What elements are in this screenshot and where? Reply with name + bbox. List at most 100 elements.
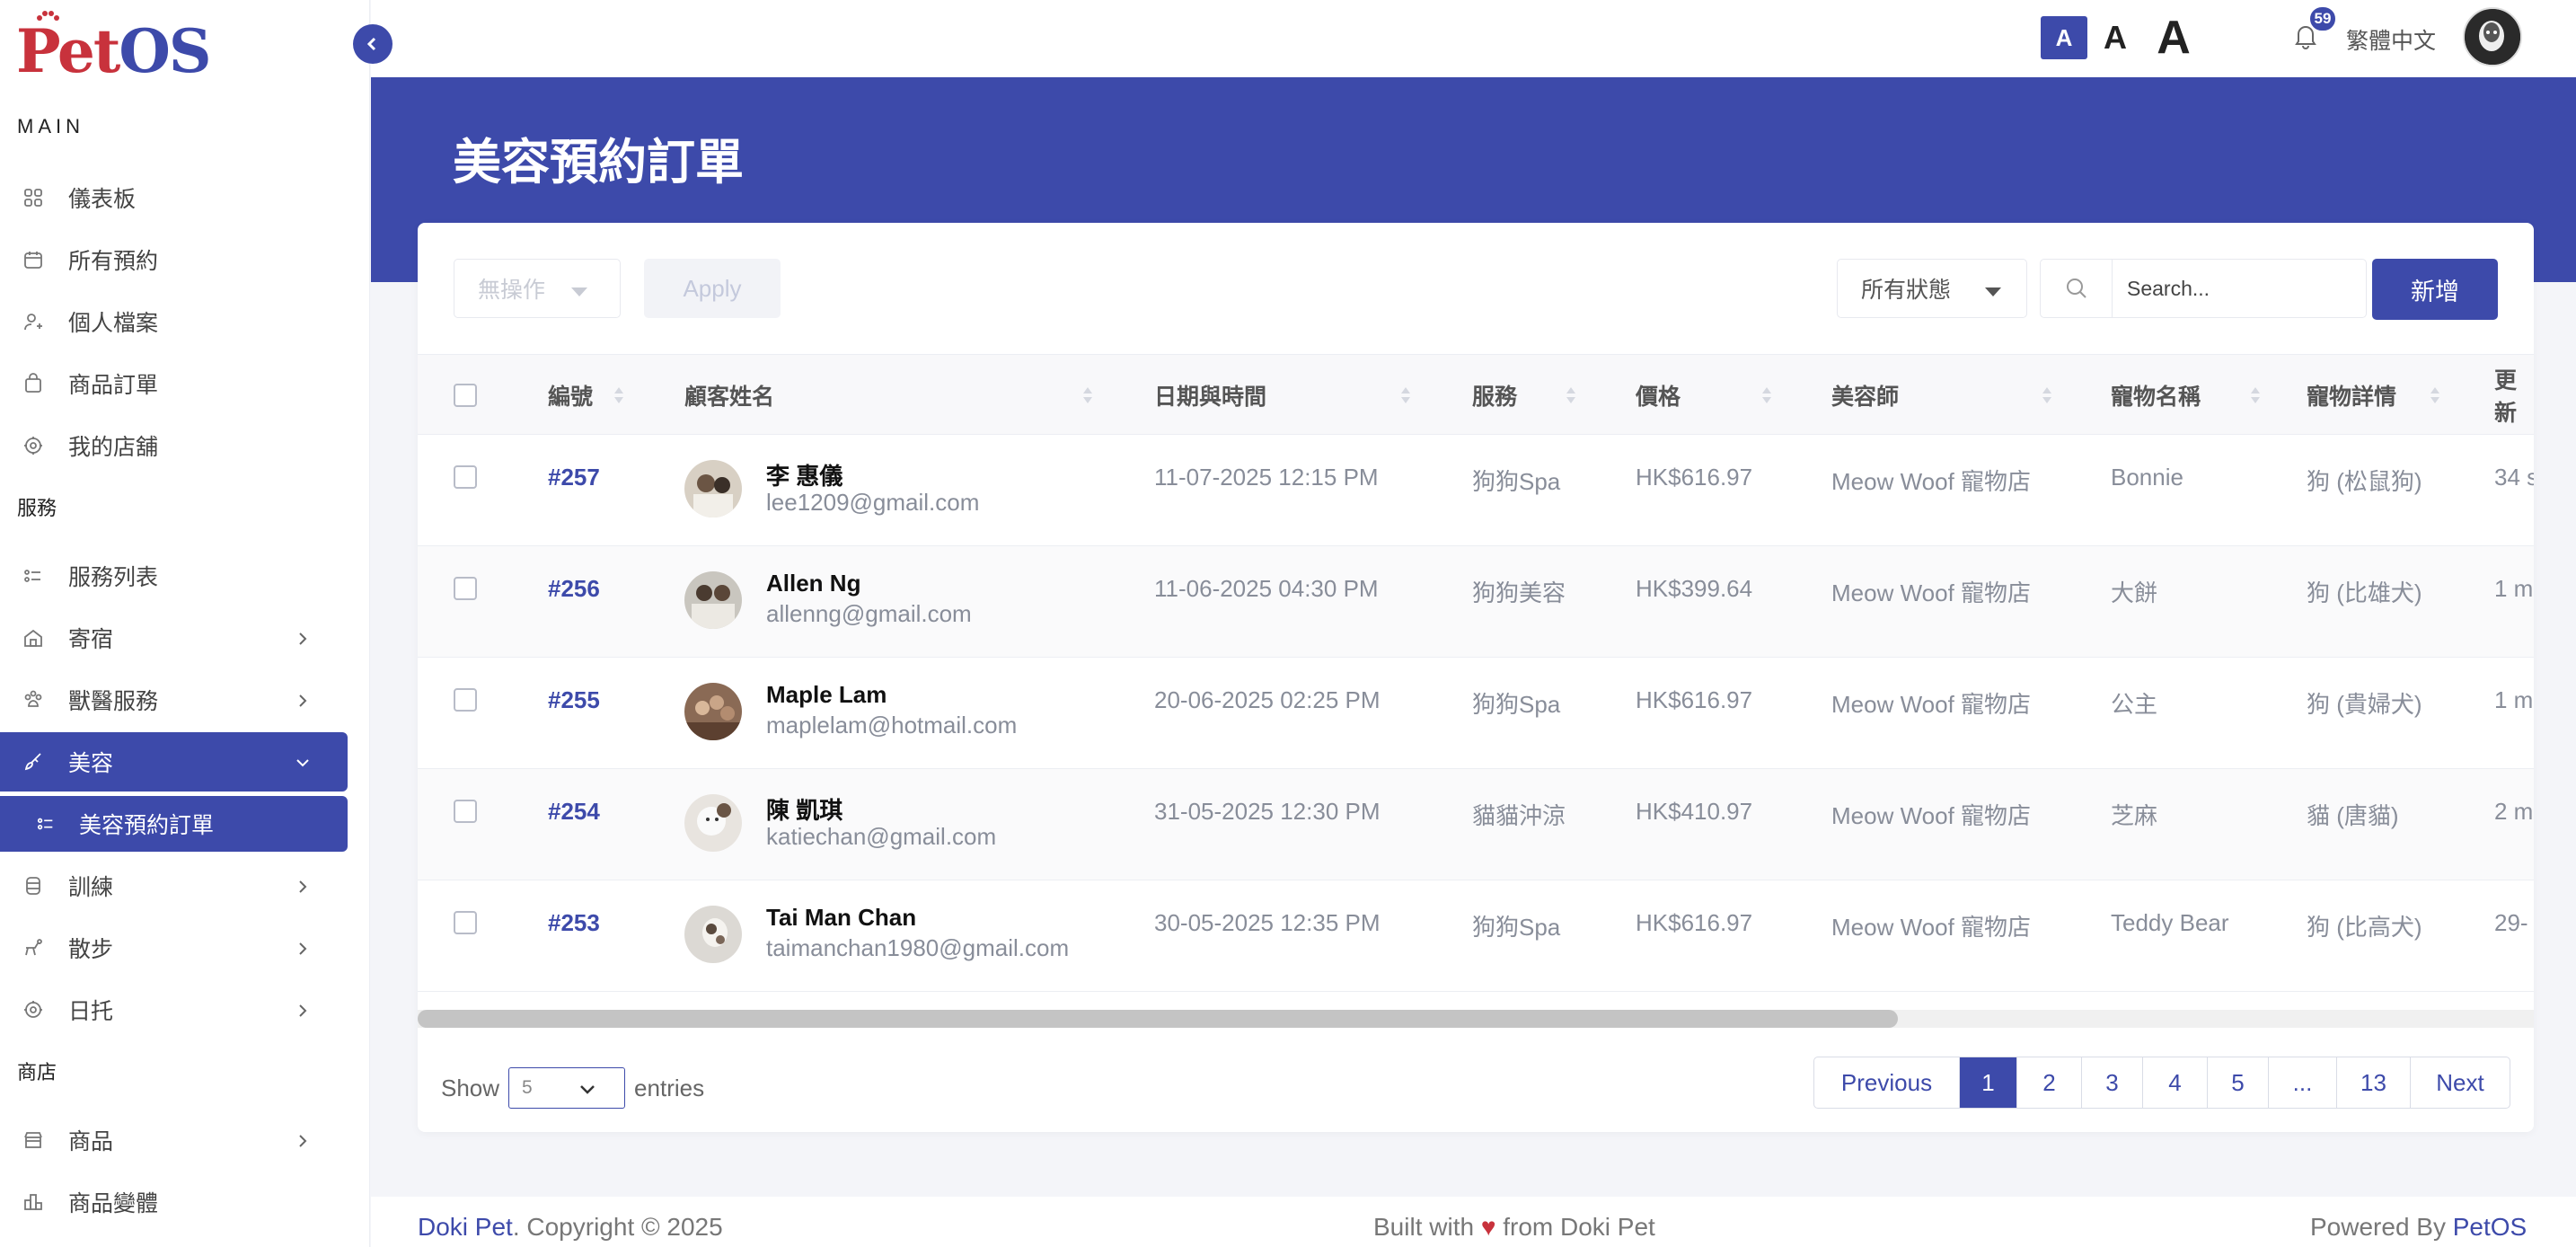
entries-value: 5 xyxy=(522,1077,533,1098)
column-header-datetime[interactable]: 日期與時間 xyxy=(1154,355,1266,436)
sidebar-item-grooming-orders[interactable]: 美容預約訂單 xyxy=(0,796,348,852)
groomer: Meow Woof 寵物店 xyxy=(1831,468,2032,495)
sidebar-item-product-orders[interactable]: 商品訂單 xyxy=(0,354,348,413)
sidebar-item-boarding[interactable]: 寄宿 xyxy=(0,608,348,668)
customer-name: 陳 凱琪 xyxy=(766,797,843,824)
groomer: Meow Woof 寵物店 xyxy=(1831,802,2032,829)
sidebar-item-label: 商品 xyxy=(68,1129,114,1154)
price: HK$616.97 xyxy=(1636,464,1753,491)
sidebar-item-label: 美容預約訂單 xyxy=(79,813,215,838)
collapse-sidebar-button[interactable] xyxy=(353,24,393,64)
booking-datetime: 11-07-2025 12:15 PM xyxy=(1154,464,1379,491)
font-size-small-button[interactable]: A xyxy=(2041,16,2087,59)
font-size-large-button[interactable]: A xyxy=(2151,11,2196,65)
sidebar-item-products[interactable]: 商品 xyxy=(0,1110,348,1170)
column-header-id[interactable]: 編號 xyxy=(548,355,593,436)
header-label: 寵物名稱 xyxy=(2111,385,2201,410)
status-filter-select[interactable]: 所有狀態 xyxy=(1837,259,2027,318)
sidebar-item-label: 所有預約 xyxy=(68,249,159,274)
apply-button[interactable]: Apply xyxy=(644,259,781,318)
column-header-service[interactable]: 服務 xyxy=(1472,355,1517,436)
column-header-customer[interactable]: 顧客姓名 xyxy=(684,355,774,436)
service-name: 狗狗Spa xyxy=(1472,691,1561,718)
order-id-link[interactable]: #255 xyxy=(548,686,600,714)
order-id-link[interactable]: #257 xyxy=(548,464,600,491)
sidebar-item-grooming[interactable]: 美容 xyxy=(0,732,348,792)
previous-page-button[interactable]: Previous xyxy=(1814,1057,1960,1108)
avatar[interactable] xyxy=(2463,7,2522,66)
customer-avatar xyxy=(684,794,742,852)
groomer: Meow Woof 寵物店 xyxy=(1831,691,2032,718)
sidebar-item-daycare[interactable]: 日托 xyxy=(0,980,348,1039)
footer-brand-link[interactable]: Doki Pet xyxy=(418,1213,513,1241)
page-2-button[interactable]: 2 xyxy=(2017,1057,2082,1108)
sidebar-item-walking[interactable]: 散步 xyxy=(0,918,348,977)
column-header-price[interactable]: 價格 xyxy=(1636,355,1681,436)
entries-per-page: Show 5 entries xyxy=(441,1067,704,1109)
page-4-button[interactable]: 4 xyxy=(2143,1057,2208,1108)
page-5-button[interactable]: 5 xyxy=(2208,1057,2269,1108)
chevron-right-icon xyxy=(294,876,312,902)
service-name: 狗狗美容 xyxy=(1472,579,1566,606)
scrollbar-thumb[interactable] xyxy=(418,1010,1898,1028)
column-header-groomer[interactable]: 美容師 xyxy=(1831,355,1899,436)
table-row[interactable]: #253 Tai Man Chan taimanchan1980@gmail.c… xyxy=(418,880,2534,992)
next-page-button[interactable]: Next xyxy=(2411,1057,2510,1108)
row-checkbox[interactable] xyxy=(454,577,477,600)
column-header-pet-detail[interactable]: 寵物詳情 xyxy=(2307,355,2396,436)
add-button[interactable]: 新增 xyxy=(2372,259,2498,320)
page-3-button[interactable]: 3 xyxy=(2082,1057,2143,1108)
sidebar-item-vet[interactable]: 獸醫服務 xyxy=(0,670,348,730)
chevron-left-icon xyxy=(366,37,376,51)
page-title: 美容預約訂單 xyxy=(453,136,744,190)
order-id-link[interactable]: #256 xyxy=(548,575,600,603)
sidebar-item-dashboard[interactable]: 儀表板 xyxy=(0,168,348,227)
sidebar: PetOS MAIN 儀表板 所有預約 個人檔案 商品訂單 我的店舖 服務 服務… xyxy=(0,0,370,1247)
order-id-link[interactable]: #254 xyxy=(548,798,600,826)
booking-datetime: 30-05-2025 12:35 PM xyxy=(1154,909,1381,936)
sidebar-item-profile[interactable]: 個人檔案 xyxy=(0,292,348,351)
search-input[interactable] xyxy=(2114,260,2364,317)
sidebar-item-label: 獸醫服務 xyxy=(68,689,159,714)
paw-icon xyxy=(37,11,59,21)
column-header-pet-name[interactable]: 寵物名稱 xyxy=(2111,355,2201,436)
table-row[interactable]: #255 Maple Lam maplelam@hotmail.com 20-0… xyxy=(418,658,2534,769)
row-checkbox[interactable] xyxy=(454,911,477,934)
select-all-checkbox[interactable] xyxy=(454,384,477,407)
brush-icon xyxy=(22,750,45,774)
sidebar-item-product-variants[interactable]: 商品變體 xyxy=(0,1172,348,1232)
list-icon xyxy=(34,812,57,836)
walk-icon xyxy=(22,936,45,960)
page-13-button[interactable]: 13 xyxy=(2337,1057,2411,1108)
updated-time: 29- xyxy=(2494,909,2528,936)
petos-link[interactable]: PetOS xyxy=(2453,1213,2527,1241)
price: HK$410.97 xyxy=(1636,798,1753,825)
sidebar-item-my-store[interactable]: 我的店舖 xyxy=(0,416,348,475)
entries-select[interactable]: 5 xyxy=(508,1067,626,1109)
row-checkbox[interactable] xyxy=(454,800,477,823)
sidebar-item-all-bookings[interactable]: 所有預約 xyxy=(0,230,348,289)
sort-icon xyxy=(1566,387,1575,403)
sidebar-item-service-list[interactable]: 服務列表 xyxy=(0,546,348,606)
sidebar-item-label: 商品訂單 xyxy=(68,373,159,398)
table-row[interactable]: #257 李 惠儀 lee1209@gmail.com 11-07-2025 1… xyxy=(418,435,2534,546)
chevron-down-icon xyxy=(294,752,312,778)
header-label: 寵物詳情 xyxy=(2307,385,2397,410)
service-name: 狗狗Spa xyxy=(1472,468,1561,495)
column-header-updated[interactable]: 更新 xyxy=(2494,355,2534,436)
table-row[interactable]: #256 Allen Ng allenng@gmail.com 11-06-20… xyxy=(418,546,2534,658)
row-checkbox[interactable] xyxy=(454,465,477,489)
font-size-medium-button[interactable]: A xyxy=(2097,16,2133,59)
bulk-action-select[interactable]: 無操作 xyxy=(454,259,621,318)
order-id-link[interactable]: #253 xyxy=(548,909,600,937)
section-services-label: 服務 xyxy=(17,497,57,519)
language-selector[interactable]: 繁體中文 xyxy=(2346,23,2436,56)
sidebar-item-label: 日托 xyxy=(68,999,114,1024)
row-checkbox[interactable] xyxy=(454,688,477,712)
training-icon xyxy=(22,874,45,898)
customer-email: allenng@gmail.com xyxy=(766,600,972,627)
page-1-button[interactable]: 1 xyxy=(1960,1057,2017,1108)
table-row[interactable]: #254 陳 凱琪 katiechan@gmail.com 31-05-2025… xyxy=(418,769,2534,880)
sidebar-item-training[interactable]: 訓練 xyxy=(0,856,348,915)
horizontal-scrollbar[interactable] xyxy=(418,1010,2534,1028)
